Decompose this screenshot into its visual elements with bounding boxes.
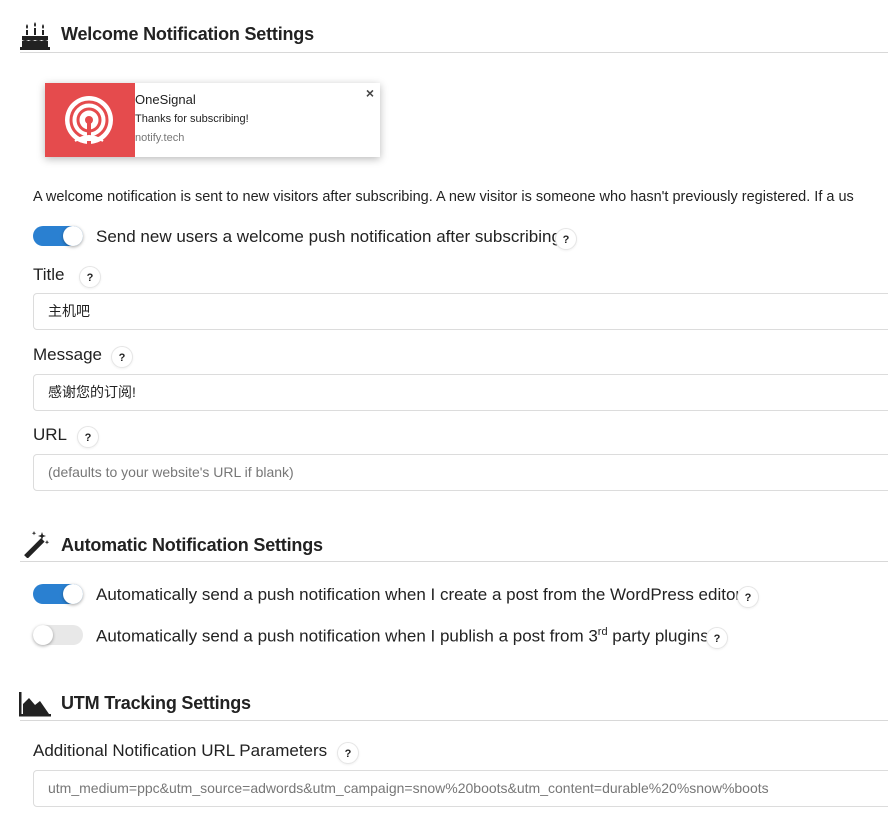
third-party-label-sup: rd — [597, 626, 608, 638]
url-params-label: Additional Notification URL Parameters — [33, 741, 328, 760]
third-party-toggle-label: Automatically send a push notification w… — [96, 626, 709, 647]
third-party-label-prefix: Automatically send a push notification w… — [96, 626, 598, 646]
onesignal-logo — [45, 83, 135, 157]
close-icon[interactable]: × — [366, 85, 374, 101]
url-input[interactable]: (defaults to your website's URL if blank… — [33, 454, 888, 491]
url-field-label: URL — [33, 425, 68, 444]
welcome-toggle-label: Send new users a welcome push notificati… — [96, 227, 561, 246]
magic-wand-icon — [22, 530, 50, 563]
message-field-label: Message — [33, 345, 102, 364]
welcome-notification-toggle[interactable] — [33, 226, 83, 246]
title-input[interactable]: 主机吧 — [33, 293, 888, 330]
help-icon[interactable]: ? — [737, 586, 759, 608]
third-party-post-toggle[interactable] — [33, 625, 83, 645]
birthday-cake-icon — [20, 22, 50, 55]
message-input[interactable]: 感谢您的订阅! — [33, 374, 888, 411]
notification-host: notify.tech — [135, 132, 185, 144]
help-icon[interactable]: ? — [706, 627, 728, 649]
toggle-knob — [63, 226, 83, 246]
editor-post-toggle[interactable] — [33, 584, 83, 604]
toggle-knob — [33, 625, 53, 645]
welcome-section-divider — [20, 52, 888, 53]
automatic-section-title: Automatic Notification Settings — [61, 535, 323, 555]
utm-section-title: UTM Tracking Settings — [61, 693, 251, 713]
url-params-input[interactable]: utm_medium=ppc&utm_source=adwords&utm_ca… — [33, 770, 888, 807]
welcome-description: A welcome notification is sent to new vi… — [33, 189, 854, 205]
help-icon[interactable]: ? — [77, 426, 99, 448]
help-icon[interactable]: ? — [111, 346, 133, 368]
notification-app-name: OneSignal — [135, 92, 196, 107]
help-icon[interactable]: ? — [337, 742, 359, 764]
third-party-label-suffix: party plugins — [607, 626, 709, 646]
area-chart-icon — [19, 690, 51, 723]
title-field-label: Title — [33, 265, 65, 284]
help-icon[interactable]: ? — [555, 228, 577, 250]
help-icon[interactable]: ? — [79, 266, 101, 288]
onesignal-bell-icon — [65, 96, 113, 144]
welcome-notification-preview: OneSignal Thanks for subscribing! notify… — [45, 83, 380, 157]
welcome-section-title: Welcome Notification Settings — [61, 24, 314, 44]
utm-section-divider — [20, 720, 888, 721]
automatic-section-divider — [20, 561, 888, 562]
notification-message: Thanks for subscribing! — [135, 113, 249, 125]
toggle-knob — [63, 584, 83, 604]
editor-post-toggle-label: Automatically send a push notification w… — [96, 585, 742, 604]
